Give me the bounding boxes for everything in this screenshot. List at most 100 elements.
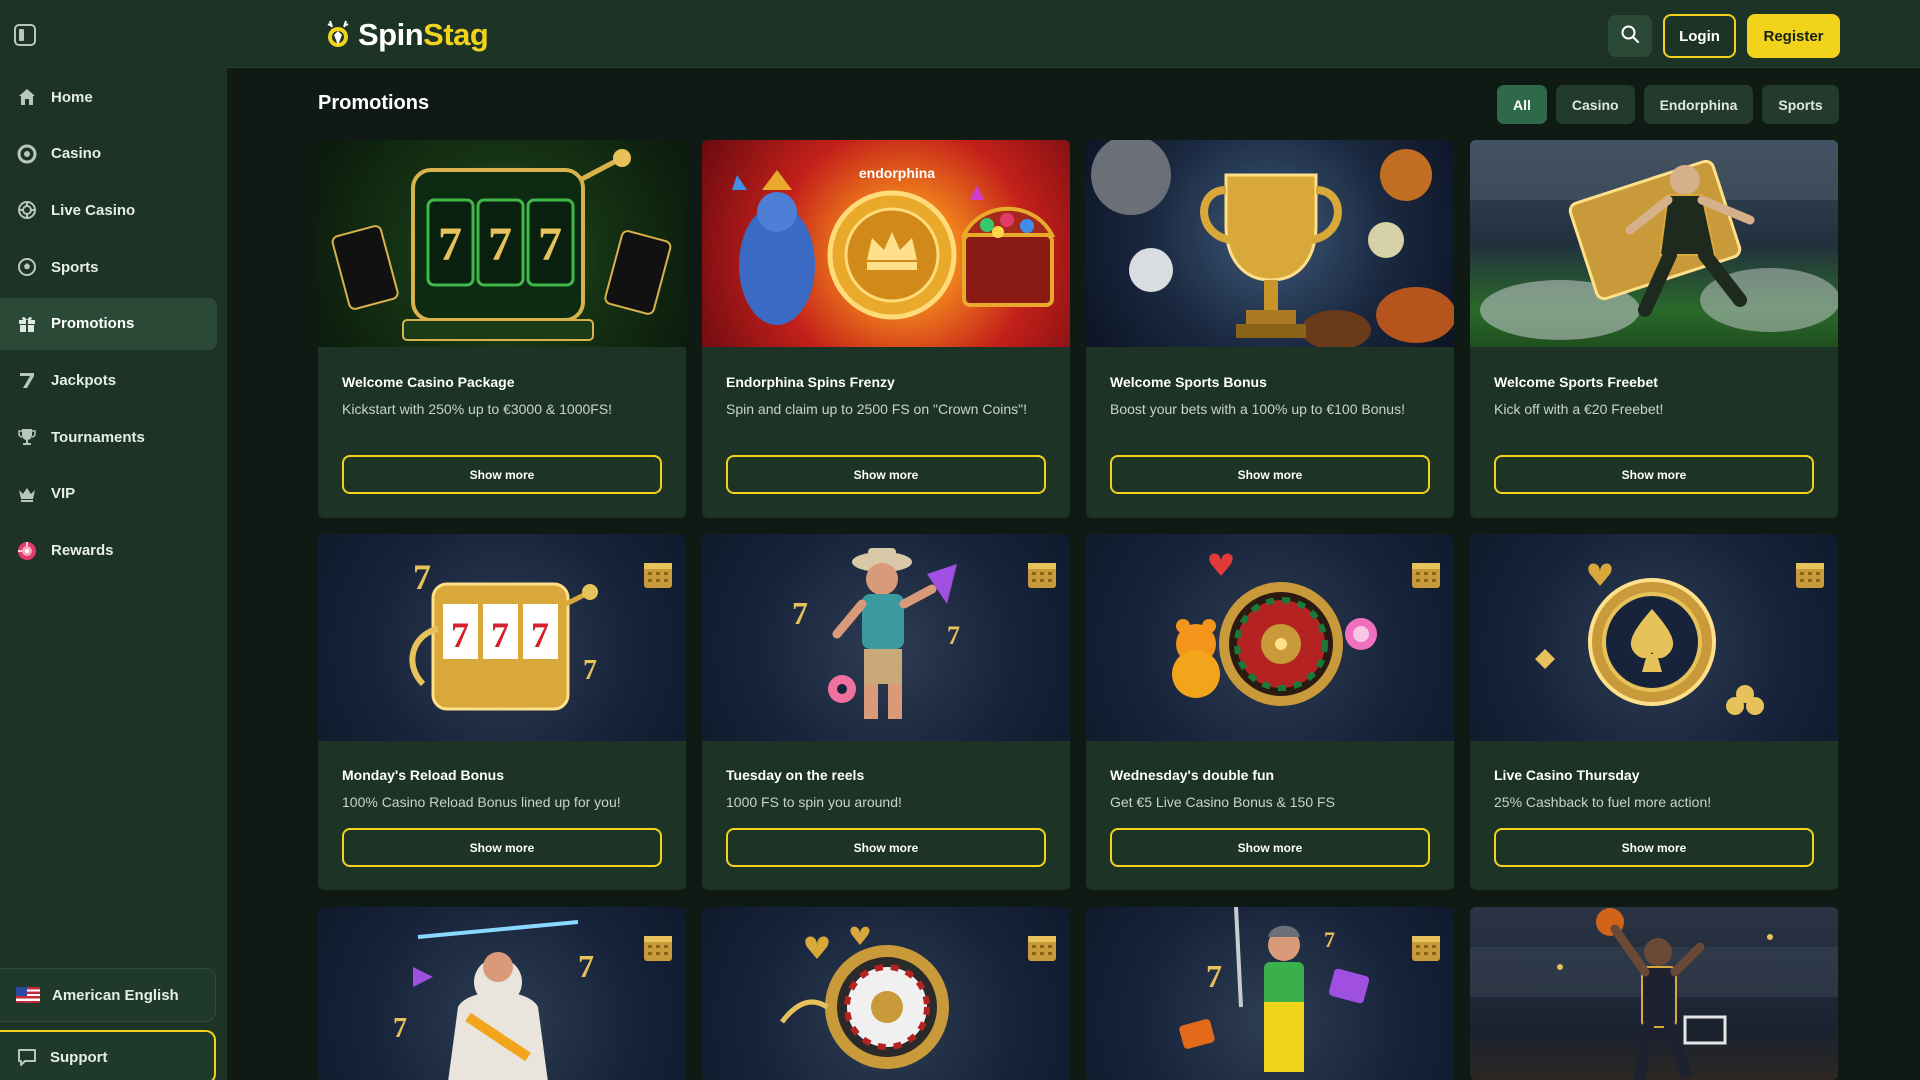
endorphina-logo-text: endorphina	[859, 165, 935, 181]
filter-casino[interactable]: Casino	[1555, 85, 1635, 124]
jackpot-seven-icon	[16, 369, 38, 391]
show-more-button[interactable]: Show more	[342, 828, 662, 867]
sidebar-item-label: Home	[51, 88, 93, 106]
filter-endorphina[interactable]: Endorphina	[1643, 85, 1754, 124]
promo-image-golden-slot[interactable]: 7 7 7 7 7	[318, 534, 686, 741]
promo-description: 25% Cashback to fuel more action!	[1494, 794, 1712, 810]
sidebar-item-label: Jackpots	[51, 371, 117, 389]
svg-text:7: 7	[1324, 927, 1335, 952]
filter-sports[interactable]: Sports	[1762, 85, 1839, 124]
svg-text:7: 7	[393, 1013, 407, 1044]
promo-image-miner[interactable]: 7 7	[1086, 907, 1454, 1080]
promo-title: Welcome Casino Package	[342, 374, 515, 390]
sidebar-item-sports[interactable]: Sports	[0, 241, 217, 293]
sidebar-item-home[interactable]: Home	[0, 71, 217, 123]
rewards-wheel-icon	[16, 540, 38, 562]
register-button[interactable]: Register	[1747, 14, 1840, 58]
svg-text:7: 7	[947, 621, 960, 650]
sidebar: Home Casino Live Casino Sports Promotion…	[0, 0, 227, 1080]
sidebar-item-rewards[interactable]: Rewards	[0, 525, 217, 577]
spinstag-logo[interactable]: SpinStag	[320, 16, 489, 54]
sidebar-item-live-casino[interactable]: Live Casino	[0, 184, 217, 236]
promo-image-spade-chip[interactable]	[1470, 534, 1838, 741]
svg-text:7: 7	[438, 218, 462, 271]
brand-wordmark-part2: Stag	[423, 17, 489, 52]
promo-image-cowboy[interactable]: 7 7	[702, 534, 1070, 741]
language-selector[interactable]: American English	[0, 968, 216, 1022]
page-title: Promotions	[318, 92, 430, 114]
promo-card: 7 7 Tuesday on the reels 1000 FS to spin…	[702, 534, 1070, 890]
sidebar-item-casino[interactable]: Casino	[0, 128, 217, 180]
sidebar-item-tournaments[interactable]: Tournaments	[0, 411, 217, 463]
promo-description: Kick off with a €20 Freebet!	[1494, 401, 1664, 417]
sidebar-item-label: Tournaments	[51, 428, 145, 446]
promo-title: Endorphina Spins Frenzy	[726, 374, 895, 390]
svg-text:7: 7	[491, 615, 509, 655]
support-button[interactable]: Support	[0, 1030, 216, 1080]
live-casino-icon	[16, 199, 38, 221]
promotion-filters: All Casino Endorphina Sports	[1497, 85, 1839, 124]
gift-icon	[16, 313, 38, 335]
show-more-button[interactable]: Show more	[1110, 455, 1430, 494]
promo-card: endorphina Endorphina Spins Frenzy Spin …	[702, 140, 1070, 518]
promo-image-trophy[interactable]	[1086, 140, 1454, 347]
sidebar-item-label: Rewards	[51, 542, 114, 559]
calendar-icon	[644, 936, 672, 961]
show-more-button[interactable]: Show more	[726, 455, 1046, 494]
svg-text:7: 7	[578, 948, 594, 984]
sidebar-item-jackpots[interactable]: Jackpots	[0, 354, 217, 406]
promo-description: Get €5 Live Casino Bonus & 150 FS	[1110, 794, 1335, 810]
language-label: American English	[52, 986, 179, 1004]
promo-card: 7 7 7 7 7 Monday's Reload Bonus 100% Cas…	[318, 534, 686, 890]
sidebar-item-label: VIP	[51, 485, 76, 503]
promo-image-basketball[interactable]	[1470, 907, 1838, 1080]
promo-description: 1000 FS to spin you around!	[726, 794, 902, 810]
calendar-icon	[1796, 563, 1824, 588]
show-more-button[interactable]: Show more	[1494, 828, 1814, 867]
promo-card: Welcome Sports Bonus Boost your bets wit…	[1086, 140, 1454, 518]
svg-text:7: 7	[583, 655, 597, 686]
promo-description: Kickstart with 250% up to €3000 & 1000FS…	[342, 401, 613, 417]
promo-card: Live Casino Thursday 25% Cashback to fue…	[1470, 534, 1838, 890]
top-header: SpinStag Login Register	[227, 0, 1920, 68]
home-icon	[16, 86, 38, 108]
promo-description: 100% Casino Reload Bonus lined up for yo…	[342, 794, 621, 810]
sidebar-toggle-icon[interactable]	[14, 24, 36, 46]
promo-card: 7 7	[318, 907, 686, 1080]
sidebar-item-label: Casino	[51, 145, 102, 163]
promo-image-slot-machine[interactable]: 7 7 7	[318, 140, 686, 347]
sidebar-item-vip[interactable]: VIP	[0, 468, 217, 520]
sidebar-item-promotions[interactable]: Promotions	[0, 297, 217, 350]
show-more-button[interactable]: Show more	[342, 455, 662, 494]
promo-image-roulette[interactable]	[702, 907, 1070, 1080]
promo-image-roulette-bear[interactable]	[1086, 534, 1454, 741]
sidebar-item-label: Sports	[51, 258, 99, 276]
chat-bubble-icon	[16, 1046, 38, 1068]
calendar-icon	[644, 563, 672, 588]
promo-image-zeus[interactable]: 7 7	[318, 907, 686, 1080]
promo-image-football-player[interactable]	[1470, 140, 1838, 347]
promo-card	[1470, 907, 1838, 1080]
svg-text:7: 7	[1206, 958, 1222, 994]
filter-all[interactable]: All	[1497, 85, 1547, 124]
search-button[interactable]	[1608, 15, 1652, 57]
promo-title: Wednesday's double fun	[1110, 767, 1275, 783]
sidebar-item-label: Promotions	[51, 315, 135, 333]
show-more-button[interactable]: Show more	[1110, 828, 1430, 867]
login-button[interactable]: Login	[1663, 14, 1736, 58]
promo-description: Spin and claim up to 2500 FS on "Crown C…	[726, 401, 1027, 417]
calendar-icon	[1412, 936, 1440, 961]
svg-text:7: 7	[488, 218, 512, 271]
search-icon	[1620, 24, 1640, 49]
sidebar-item-label: Live Casino	[51, 201, 136, 219]
trophy-icon	[16, 426, 38, 448]
promo-description: Boost your bets with a 100% up to €100 B…	[1110, 401, 1405, 417]
show-more-button[interactable]: Show more	[726, 828, 1046, 867]
brand-wordmark-part1: Spin	[358, 17, 424, 52]
promo-title: Welcome Sports Freebet	[1494, 374, 1658, 390]
show-more-button[interactable]: Show more	[1494, 455, 1814, 494]
casino-chip-icon	[16, 143, 38, 165]
promo-image-endorphina[interactable]: endorphina	[702, 140, 1070, 347]
promo-title: Welcome Sports Bonus	[1110, 374, 1267, 390]
us-flag-icon	[16, 987, 40, 1003]
